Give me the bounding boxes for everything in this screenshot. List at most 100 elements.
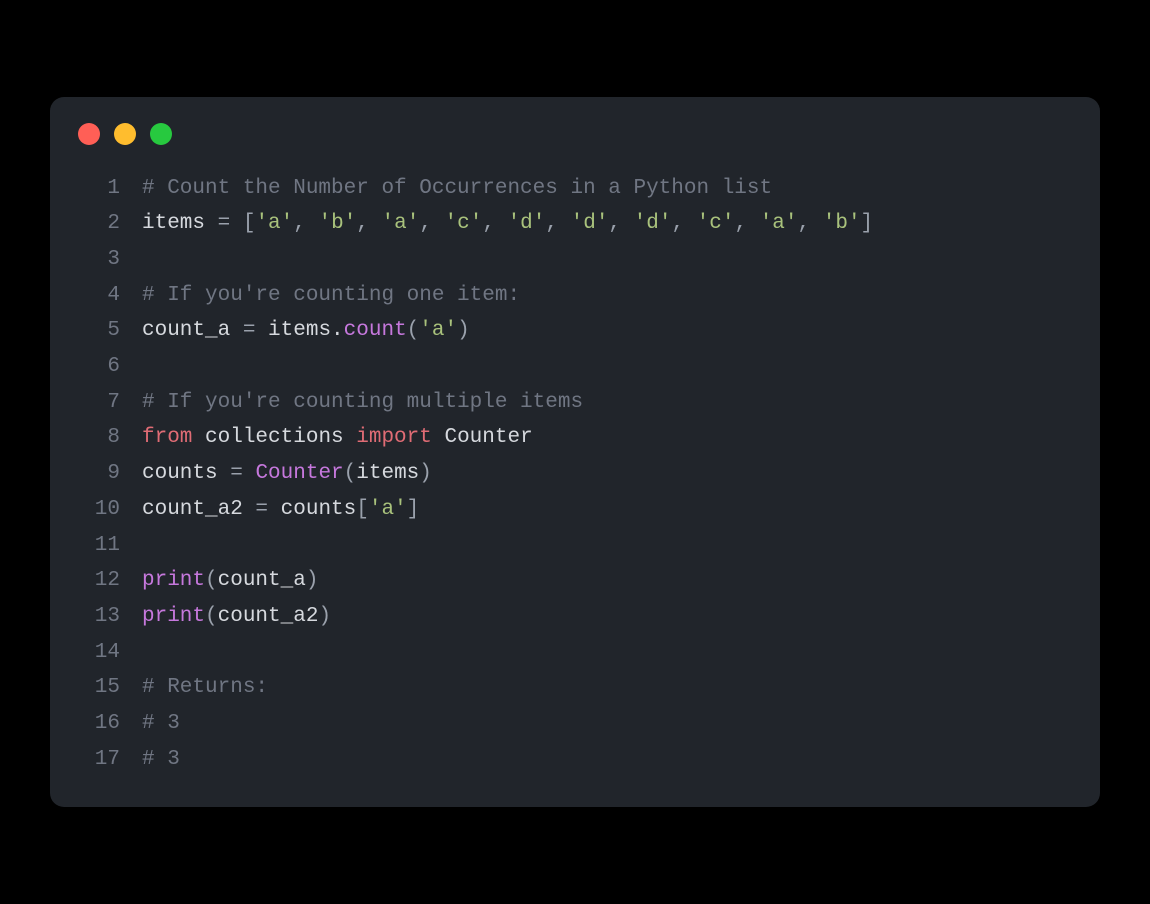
line-content: # If you're counting one item: [142, 278, 520, 314]
code-line[interactable]: 2 items = ['a', 'b', 'a', 'c', 'd', 'd', … [78, 206, 1072, 242]
code-token: 'a' [419, 319, 457, 342]
minimize-icon[interactable] [114, 123, 136, 145]
line-number: 4 [78, 278, 120, 314]
code-token: print [142, 605, 205, 628]
line-number: 14 [78, 635, 120, 671]
line-number: 10 [78, 492, 120, 528]
code-line[interactable]: 15 # Returns: [78, 670, 1072, 706]
line-content: items = ['a', 'b', 'a', 'c', 'd', 'd', '… [142, 206, 873, 242]
line-content: # 3 [142, 742, 180, 778]
code-line[interactable]: 13 print(count_a2) [78, 599, 1072, 635]
code-token: ) [318, 605, 331, 628]
code-token: , [671, 212, 696, 235]
code-token: counts [142, 462, 230, 485]
zoom-icon[interactable] [150, 123, 172, 145]
code-token: 'd' [634, 212, 672, 235]
code-token: from [142, 426, 192, 449]
code-token: ] [407, 498, 420, 521]
code-token: collections [192, 426, 356, 449]
code-token: count [344, 319, 407, 342]
code-token: ( [344, 462, 357, 485]
line-number: 2 [78, 206, 120, 242]
line-content: counts = Counter(items) [142, 456, 432, 492]
code-token: , [356, 212, 381, 235]
line-content [142, 242, 155, 278]
code-token: , [419, 212, 444, 235]
code-line[interactable]: 7# If you're counting multiple items [78, 385, 1072, 421]
code-line[interactable]: 12 print(count_a) [78, 563, 1072, 599]
code-token [230, 212, 243, 235]
code-token: count_a2 [218, 605, 319, 628]
line-number: 15 [78, 670, 120, 706]
code-token: print [142, 569, 205, 592]
code-token: = [243, 319, 256, 342]
line-content: print(count_a2) [142, 599, 331, 635]
line-number: 9 [78, 456, 120, 492]
line-content: count_a2 = counts['a'] [142, 492, 419, 528]
code-token: , [608, 212, 633, 235]
code-line[interactable]: 8from collections import Counter [78, 420, 1072, 456]
code-token: , [734, 212, 759, 235]
code-token: ] [861, 212, 874, 235]
code-token: ( [205, 569, 218, 592]
code-token: count_a [218, 569, 306, 592]
code-token: , [545, 212, 570, 235]
code-token: items. [255, 319, 343, 342]
code-token: 'b' [823, 212, 861, 235]
line-number: 3 [78, 242, 120, 278]
code-token: ) [306, 569, 319, 592]
code-token: ) [419, 462, 432, 485]
line-content: # Count the Number of Occurrences in a P… [142, 171, 772, 207]
code-window: 1# Count the Number of Occurrences in a … [50, 97, 1100, 808]
code-token: 'a' [382, 212, 420, 235]
code-token: counts [268, 498, 356, 521]
code-line[interactable]: 16# 3 [78, 706, 1072, 742]
code-token: 'c' [445, 212, 483, 235]
code-token: 'b' [318, 212, 356, 235]
code-line[interactable]: 6 [78, 349, 1072, 385]
line-number: 12 [78, 563, 120, 599]
code-token: 'a' [255, 212, 293, 235]
code-line[interactable]: 1# Count the Number of Occurrences in a … [78, 171, 1072, 207]
code-token: = [255, 498, 268, 521]
code-token: # Count the Number of Occurrences in a P… [142, 177, 772, 200]
line-number: 6 [78, 349, 120, 385]
code-line[interactable]: 17# 3 [78, 742, 1072, 778]
code-token: 'c' [697, 212, 735, 235]
line-number: 11 [78, 528, 120, 564]
code-token: # Returns: [142, 676, 268, 699]
line-content: print(count_a) [142, 563, 318, 599]
code-token: [ [356, 498, 369, 521]
line-number: 7 [78, 385, 120, 421]
code-token: , [293, 212, 318, 235]
window-titlebar [50, 97, 1100, 153]
line-content: # 3 [142, 706, 180, 742]
code-token: ) [457, 319, 470, 342]
code-token: items [142, 212, 218, 235]
code-token: ( [205, 605, 218, 628]
line-content: # Returns: [142, 670, 268, 706]
code-token: 'a' [760, 212, 798, 235]
line-content [142, 349, 155, 385]
code-line[interactable]: 10 count_a2 = counts['a'] [78, 492, 1072, 528]
code-line[interactable]: 3 [78, 242, 1072, 278]
close-icon[interactable] [78, 123, 100, 145]
code-line[interactable]: 11 [78, 528, 1072, 564]
code-token: , [482, 212, 507, 235]
line-number: 8 [78, 420, 120, 456]
code-token: # 3 [142, 748, 180, 771]
line-number: 13 [78, 599, 120, 635]
code-token: = [218, 212, 231, 235]
code-line[interactable]: 14 [78, 635, 1072, 671]
code-line[interactable]: 5 count_a = items.count('a') [78, 313, 1072, 349]
code-editor[interactable]: 1# Count the Number of Occurrences in a … [50, 153, 1100, 778]
code-token: 'a' [369, 498, 407, 521]
code-line[interactable]: 4 # If you're counting one item: [78, 278, 1072, 314]
line-content [142, 528, 155, 564]
code-token: Counter [432, 426, 533, 449]
code-token: 'd' [508, 212, 546, 235]
code-line[interactable]: 9 counts = Counter(items) [78, 456, 1072, 492]
line-content [142, 635, 155, 671]
line-number: 5 [78, 313, 120, 349]
line-content: count_a = items.count('a') [142, 313, 470, 349]
